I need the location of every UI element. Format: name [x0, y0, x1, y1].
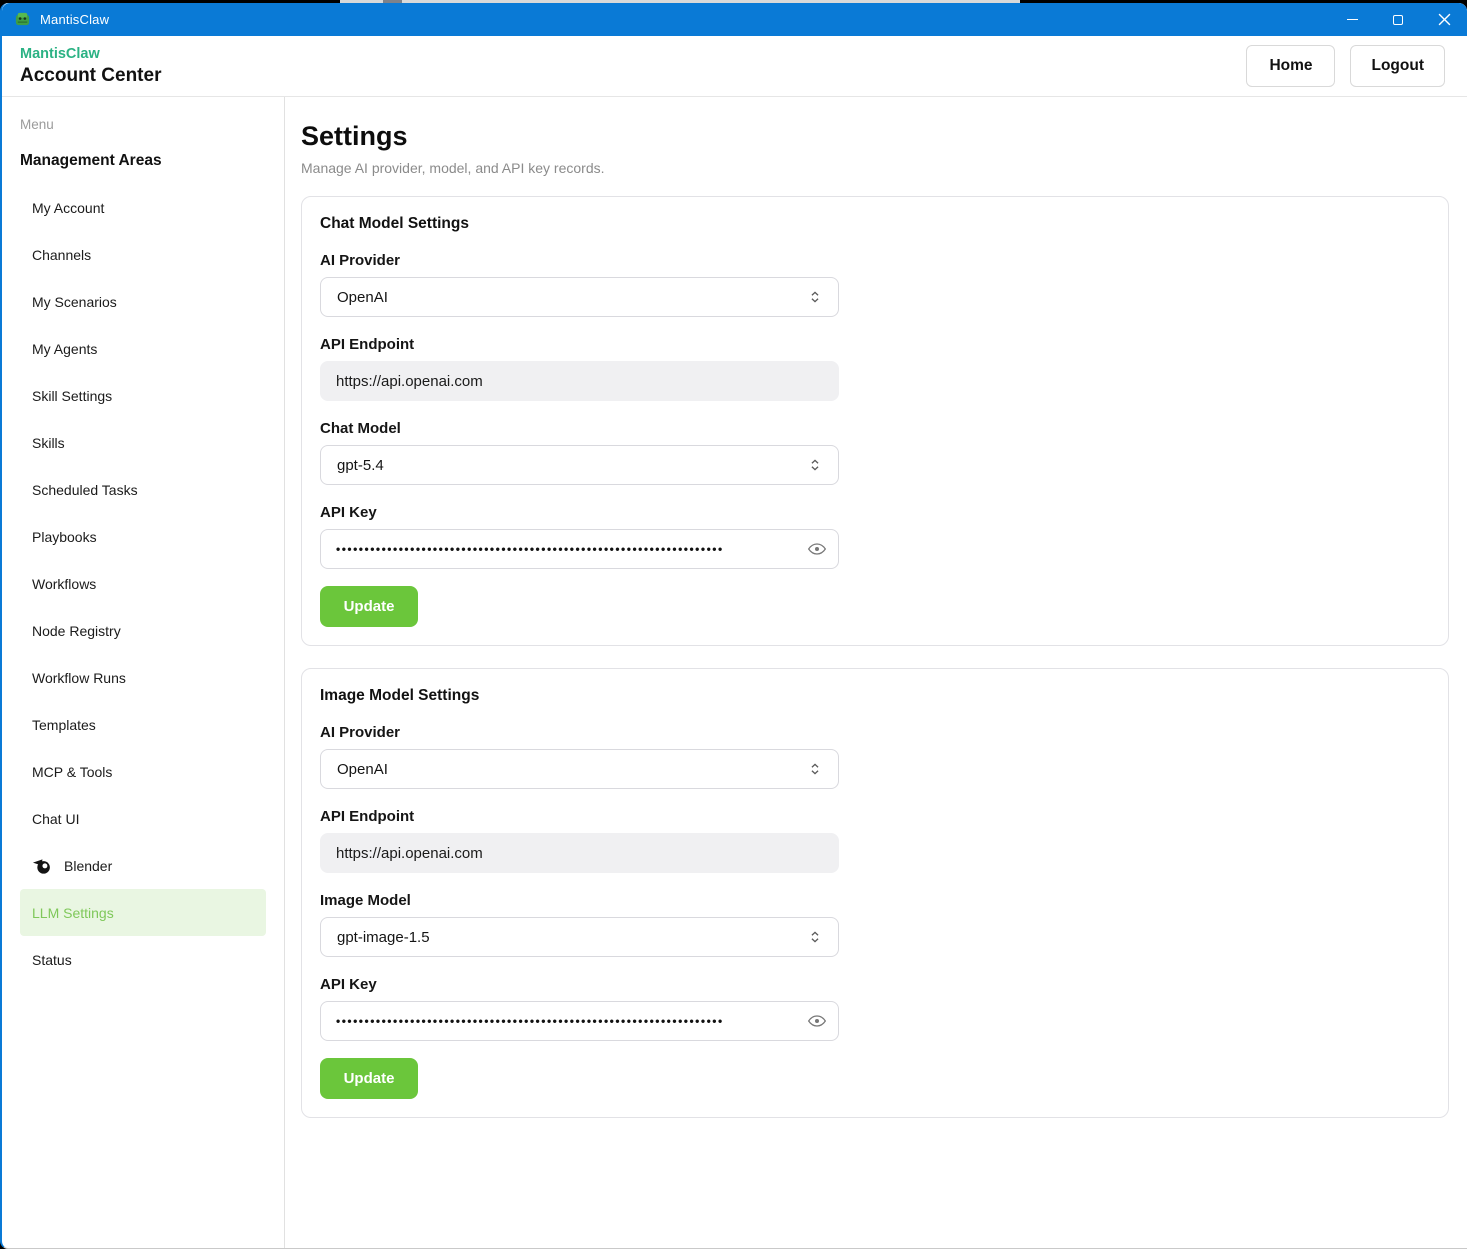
sidebar-item-label: Workflows	[32, 575, 97, 592]
chat-ai-provider-select[interactable]: OpenAI	[320, 277, 839, 317]
api-key-label: API Key	[320, 504, 377, 521]
sidebar-item-label: My Scenarios	[32, 293, 117, 310]
window-controls	[1329, 3, 1467, 36]
sidebar-item-chat-ui[interactable]: Chat UI	[20, 795, 266, 842]
home-button[interactable]: Home	[1246, 45, 1336, 87]
chat-api-key-input[interactable]	[320, 529, 839, 569]
sidebar-item-skill-settings[interactable]: Skill Settings	[20, 372, 266, 419]
sidebar-item-workflow-runs[interactable]: Workflow Runs	[20, 654, 266, 701]
selected-value: OpenAI	[337, 288, 388, 306]
sidebar: Menu Management Areas My Account Channel…	[2, 97, 285, 1248]
header: MantisClaw Account Center Home Logout	[2, 36, 1467, 97]
app-window: MantisClaw MantisClaw Account Center Hom…	[0, 3, 1467, 1249]
sidebar-item-label: Chat UI	[32, 810, 80, 827]
sidebar-item-label: My Agents	[32, 340, 98, 357]
close-icon	[1438, 13, 1450, 26]
image-model-settings-card: Image Model Settings AI Provider OpenAI …	[301, 668, 1449, 1118]
image-model-select[interactable]: gpt-image-1.5	[320, 917, 839, 957]
image-ai-provider-select[interactable]: OpenAI	[320, 749, 839, 789]
ai-provider-label: AI Provider	[320, 252, 401, 269]
eye-icon[interactable]	[807, 539, 827, 559]
page-title: Settings	[301, 121, 408, 151]
sidebar-item-node-registry[interactable]: Node Registry	[20, 607, 266, 654]
maximize-button[interactable]	[1375, 3, 1421, 36]
sidebar-item-label: Scheduled Tasks	[32, 481, 138, 498]
sidebar-item-label: Status	[32, 951, 72, 968]
selected-value: OpenAI	[337, 760, 388, 778]
sidebar-item-workflows[interactable]: Workflows	[20, 560, 266, 607]
maximize-icon	[1393, 14, 1403, 25]
chat-model-settings-card: Chat Model Settings AI Provider OpenAI A…	[301, 196, 1449, 646]
api-endpoint-label: API Endpoint	[320, 336, 415, 353]
image-api-endpoint-input[interactable]	[320, 833, 839, 873]
sidebar-item-label: Skills	[32, 434, 65, 451]
sidebar-item-label: Blender	[64, 857, 113, 874]
sidebar-item-channels[interactable]: Channels	[20, 231, 266, 278]
brand-name: MantisClaw	[20, 45, 100, 62]
chat-update-button[interactable]: Update	[320, 586, 418, 627]
chevron-updown-icon	[811, 459, 819, 471]
sidebar-item-label: My Account	[32, 199, 105, 216]
main-content: Settings Manage AI provider, model, and …	[285, 97, 1467, 1248]
page-section-title: Account Center	[20, 64, 162, 86]
close-button[interactable]	[1421, 3, 1467, 36]
chevron-updown-icon	[811, 291, 819, 303]
chat-api-endpoint-input[interactable]	[320, 361, 839, 401]
selected-value: gpt-image-1.5	[337, 928, 430, 946]
eye-icon[interactable]	[807, 1011, 827, 1031]
sidebar-item-status[interactable]: Status	[20, 936, 266, 983]
titlebar: MantisClaw	[2, 3, 1467, 36]
card-title: Chat Model Settings	[320, 215, 469, 232]
minimize-button[interactable]	[1329, 3, 1375, 36]
chat-model-label: Chat Model	[320, 420, 401, 437]
page-subtitle: Manage AI provider, model, and API key r…	[301, 160, 605, 176]
sidebar-item-label: MCP & Tools	[32, 763, 113, 780]
logout-button[interactable]: Logout	[1350, 45, 1445, 87]
sidebar-item-label: Node Registry	[32, 622, 121, 639]
sidebar-item-skills[interactable]: Skills	[20, 419, 266, 466]
api-key-field	[320, 1001, 839, 1041]
brand-block: MantisClaw Account Center	[20, 46, 161, 87]
chat-model-select[interactable]: gpt-5.4	[320, 445, 839, 485]
sidebar-section-title: Management Areas	[20, 152, 162, 169]
card-title: Image Model Settings	[320, 687, 480, 704]
sidebar-item-llm-settings[interactable]: LLM Settings	[20, 889, 266, 936]
content-row: Menu Management Areas My Account Channel…	[2, 97, 1467, 1248]
sidebar-item-my-scenarios[interactable]: My Scenarios	[20, 278, 266, 325]
app-icon	[15, 12, 30, 26]
sidebar-item-label: Workflow Runs	[32, 669, 126, 686]
ai-provider-label: AI Provider	[320, 724, 401, 741]
image-update-button[interactable]: Update	[320, 1058, 418, 1099]
minimize-icon	[1346, 19, 1358, 20]
menu-label: Menu	[20, 117, 54, 132]
window-title: MantisClaw	[40, 12, 110, 27]
sidebar-item-scheduled-tasks[interactable]: Scheduled Tasks	[20, 466, 266, 513]
header-actions: Home Logout	[1246, 45, 1445, 87]
sidebar-item-my-account[interactable]: My Account	[20, 184, 266, 231]
sidebar-item-label: LLM Settings	[32, 904, 114, 921]
selected-value: gpt-5.4	[337, 456, 384, 474]
sidebar-item-mcp-tools[interactable]: MCP & Tools	[20, 748, 266, 795]
api-key-field	[320, 529, 839, 569]
sidebar-item-blender[interactable]: Blender	[20, 842, 266, 889]
image-model-label: Image Model	[320, 892, 411, 909]
sidebar-item-templates[interactable]: Templates	[20, 701, 266, 748]
api-key-label: API Key	[320, 976, 377, 993]
sidebar-item-label: Playbooks	[32, 528, 97, 545]
screen: MantisClaw MantisClaw Account Center Hom…	[0, 0, 1467, 1249]
sidebar-item-label: Templates	[32, 716, 96, 733]
blender-icon	[32, 859, 50, 874]
sidebar-item-label: Channels	[32, 246, 92, 263]
chevron-updown-icon	[811, 763, 819, 775]
sidebar-item-label: Skill Settings	[32, 387, 113, 404]
api-endpoint-label: API Endpoint	[320, 808, 415, 825]
sidebar-item-playbooks[interactable]: Playbooks	[20, 513, 266, 560]
chevron-updown-icon	[811, 931, 819, 943]
sidebar-item-my-agents[interactable]: My Agents	[20, 325, 266, 372]
image-api-key-input[interactable]	[320, 1001, 839, 1041]
